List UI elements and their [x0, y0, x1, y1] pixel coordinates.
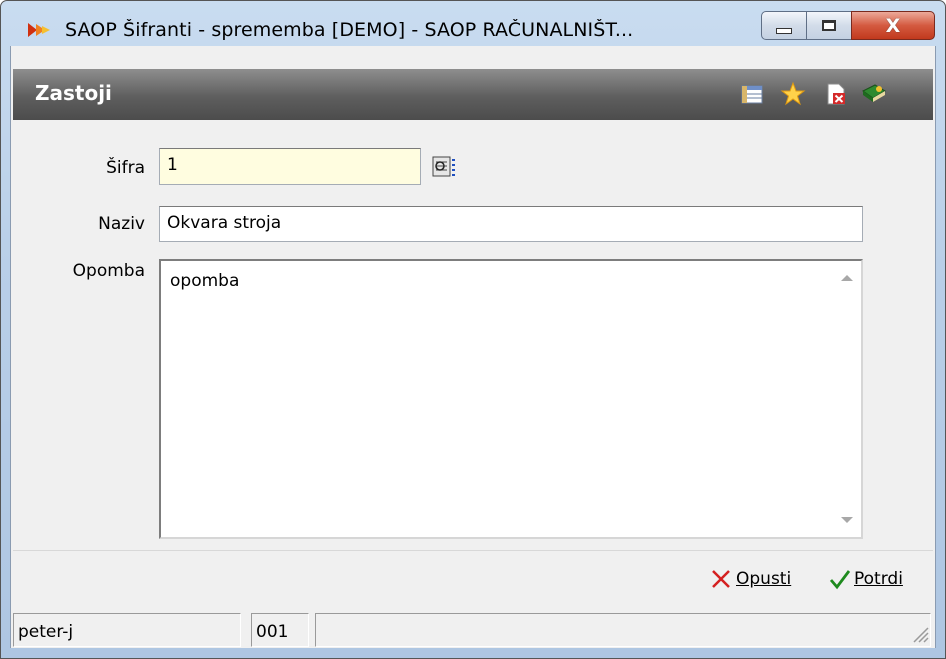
window-controls: X	[761, 11, 935, 41]
form-title: Zastoji	[35, 81, 112, 105]
action-bar: Opusti Potrdi	[13, 551, 933, 611]
form-header: Zastoji	[13, 69, 933, 120]
opomba-text: opomba	[170, 271, 240, 291]
cancel-x-icon	[712, 570, 730, 588]
form-area: Šifra 1 Naziv Okvara stroja Opomba opomb…	[13, 120, 933, 550]
status-code: 001	[251, 613, 309, 647]
cancel-button[interactable]: Opusti	[710, 568, 791, 590]
book-exit-icon[interactable]	[861, 81, 887, 107]
lookup-icon[interactable]	[431, 154, 457, 180]
resize-grip-icon[interactable]	[911, 625, 929, 643]
scroll-down-icon[interactable]	[841, 517, 853, 523]
scroll-up-icon[interactable]	[841, 275, 853, 281]
status-user: peter-j	[13, 613, 241, 647]
maximize-button[interactable]	[806, 11, 852, 40]
app-logo-icon	[28, 23, 50, 37]
sifra-field[interactable]: 1	[159, 148, 421, 185]
star-icon[interactable]	[780, 81, 806, 107]
close-icon: X	[885, 14, 901, 37]
naziv-label: Naziv	[98, 214, 145, 234]
opomba-scrollbar[interactable]	[831, 261, 861, 537]
naziv-field[interactable]: Okvara stroja	[159, 206, 863, 242]
close-button[interactable]: X	[851, 11, 935, 40]
status-extra	[315, 613, 931, 647]
confirm-button[interactable]: Potrdi	[829, 568, 903, 590]
maximize-icon	[822, 20, 836, 31]
minimize-button[interactable]	[761, 11, 807, 40]
delete-document-icon[interactable]	[823, 81, 849, 107]
status-bar: peter-j 001	[13, 613, 933, 647]
title-bar[interactable]: SAOP Šifranti - sprememba [DEMO] - SAOP …	[1, 1, 945, 47]
minimize-icon	[776, 27, 792, 34]
sifra-label: Šifra	[106, 158, 145, 178]
window-title: SAOP Šifranti - sprememba [DEMO] - SAOP …	[65, 19, 634, 41]
cancel-label: Opusti	[736, 569, 792, 589]
confirm-label: Potrdi	[854, 569, 903, 589]
table-icon[interactable]	[739, 81, 765, 107]
opomba-textarea[interactable]: opomba	[159, 259, 863, 539]
checkmark-icon	[829, 570, 851, 590]
opomba-label: Opomba	[72, 261, 145, 281]
